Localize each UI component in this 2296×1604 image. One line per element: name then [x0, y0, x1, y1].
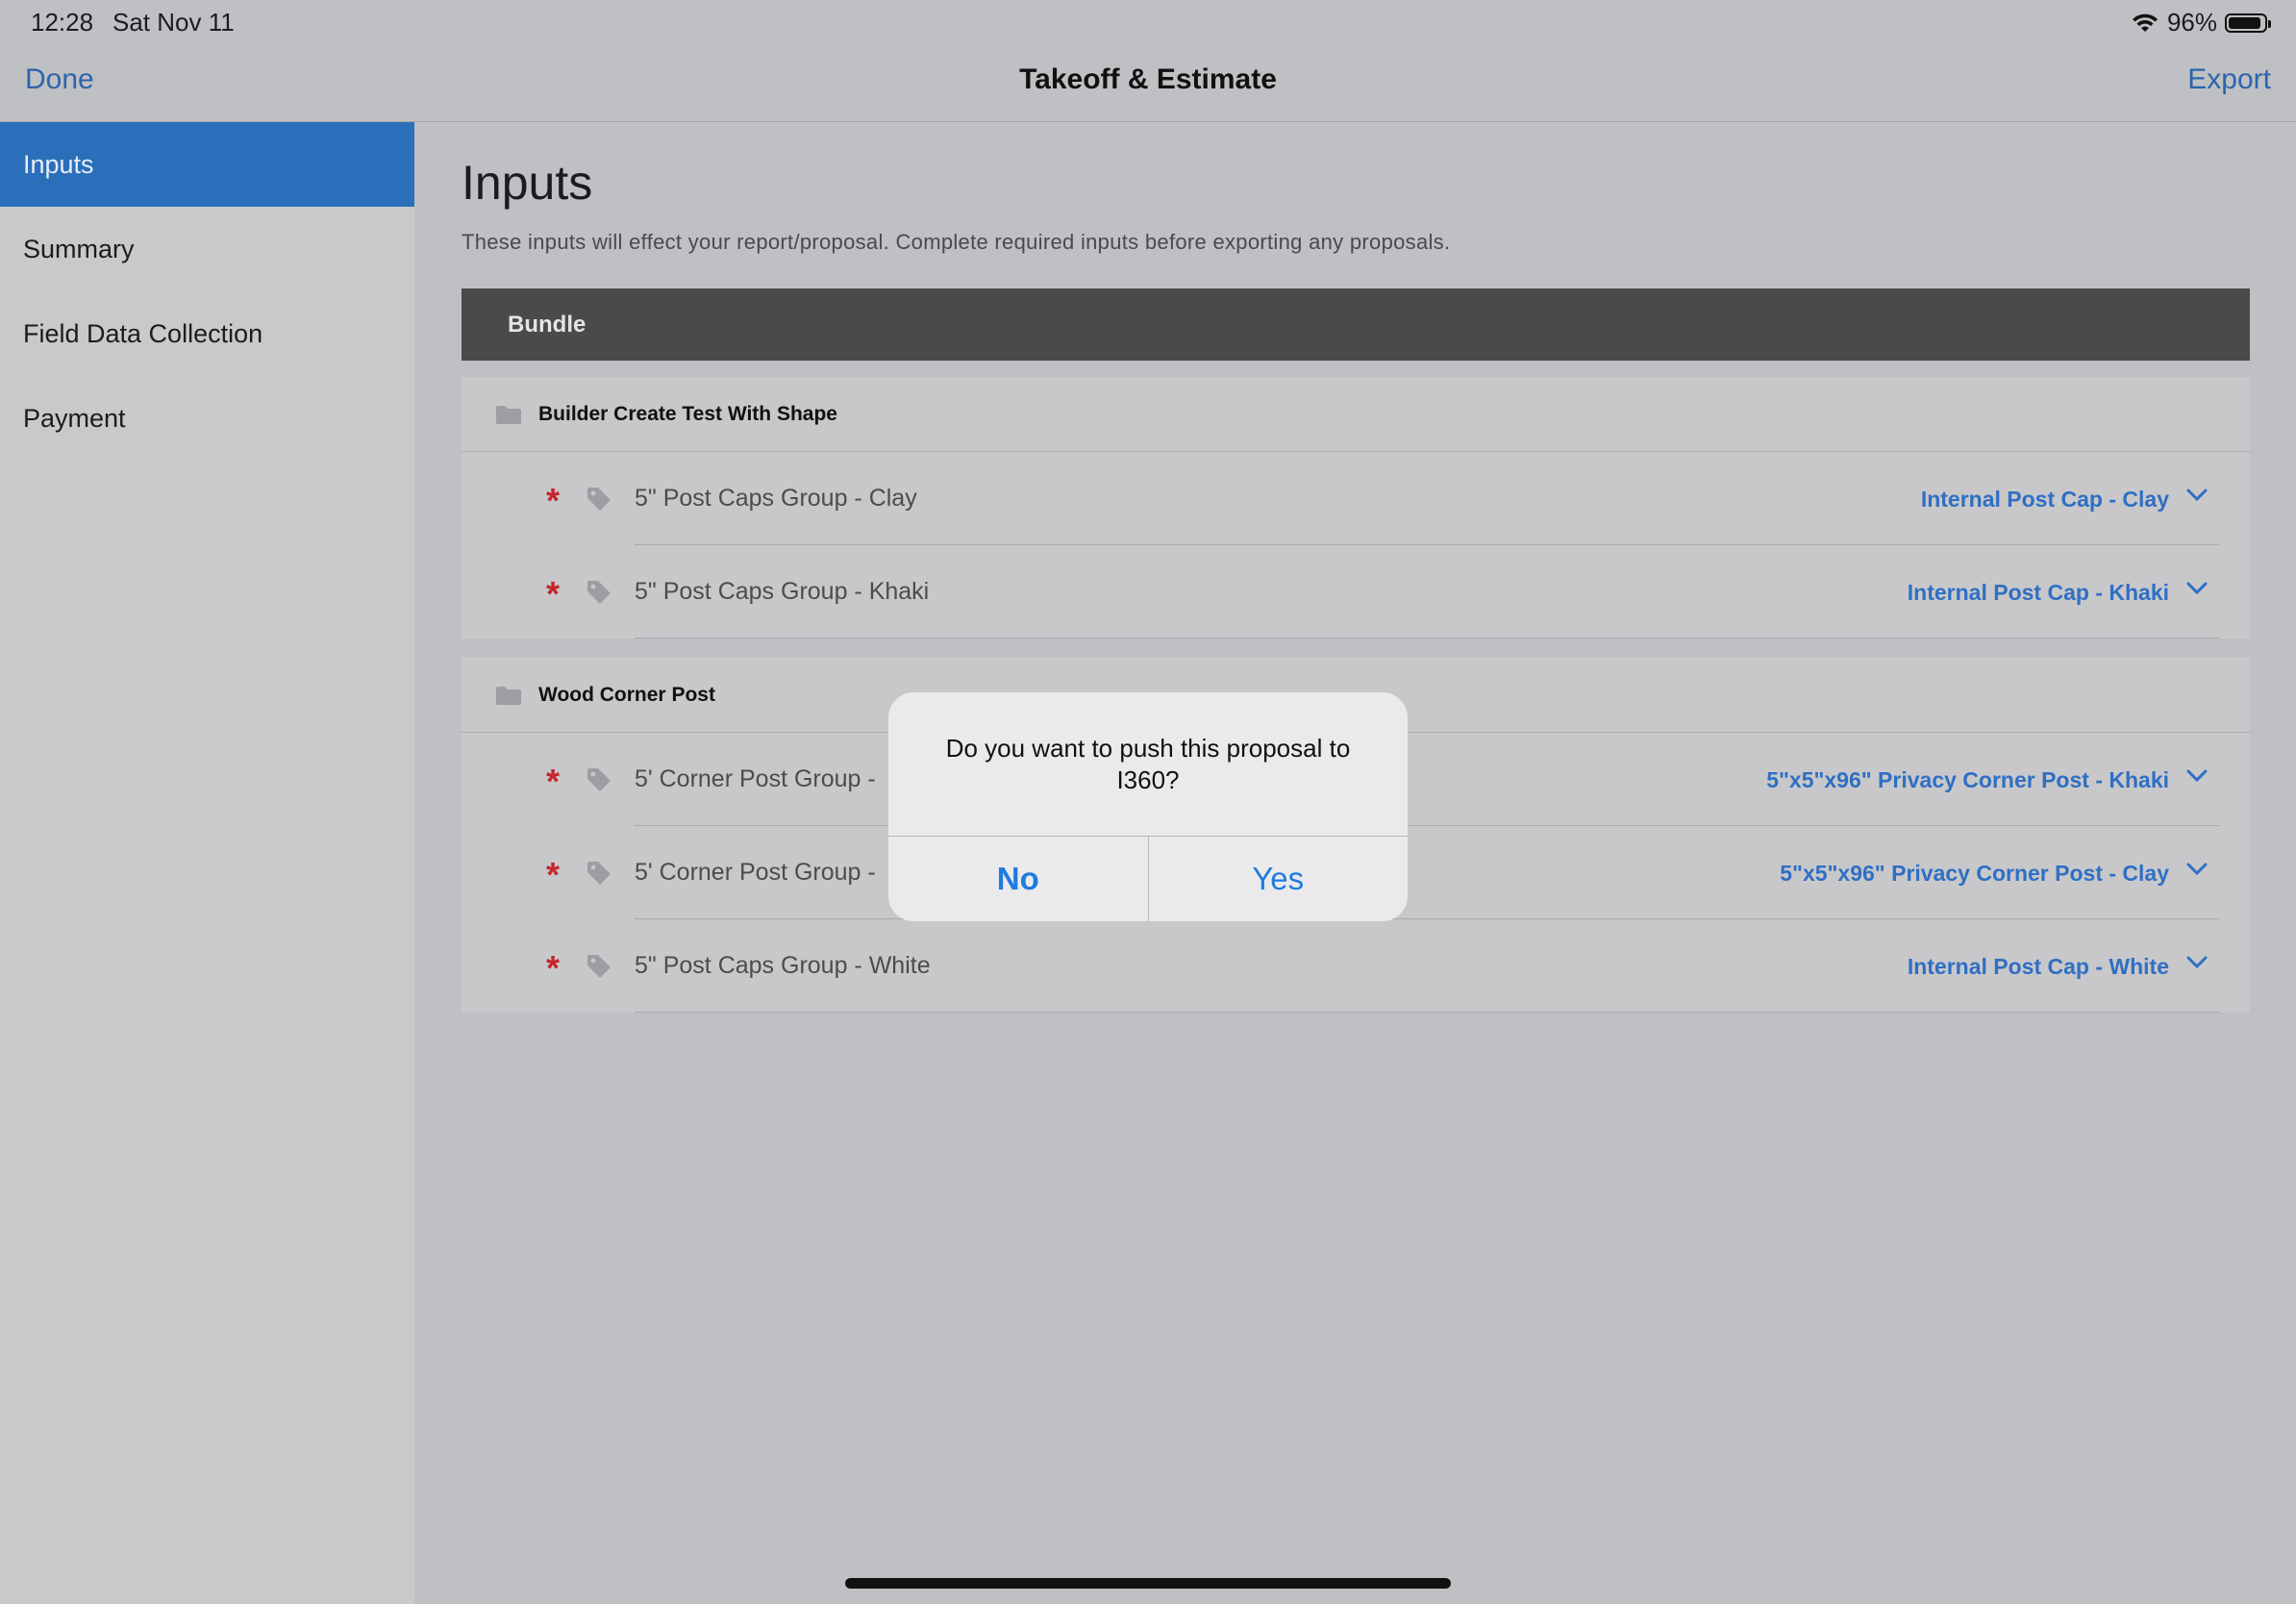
battery-percent: 96%: [2166, 8, 2217, 37]
chevron-down-icon[interactable]: [2186, 956, 2208, 969]
navigation-bar: Done Takeoff & Estimate Export: [0, 44, 2296, 122]
item-label: 5" Post Caps Group - White: [635, 952, 931, 979]
sidebar-item-payment[interactable]: Payment: [0, 376, 414, 461]
item-select-value[interactable]: 5"x5"x96" Privacy Corner Post - Khaki: [1766, 767, 2169, 793]
item-select-value[interactable]: Internal Post Cap - Khaki: [1908, 580, 2169, 606]
group-header[interactable]: Builder Create Test With Shape: [462, 377, 2250, 452]
list-item[interactable]: * 5" Post Caps Group - Khaki Internal Po…: [462, 545, 2250, 639]
chevron-down-icon[interactable]: [2186, 489, 2208, 502]
chevron-down-icon[interactable]: [2186, 863, 2208, 876]
status-date: Sat Nov 11: [112, 8, 235, 37]
sidebar-item-summary[interactable]: Summary: [0, 207, 414, 291]
tag-icon: [587, 955, 611, 978]
item-select-value[interactable]: 5"x5"x96" Privacy Corner Post - Clay: [1780, 861, 2169, 887]
tag-icon: [587, 488, 611, 511]
required-marker: *: [546, 948, 561, 988]
required-marker: *: [546, 855, 561, 894]
confirm-dialog: Do you want to push this proposal to I36…: [888, 692, 1408, 921]
bundle-header: Bundle: [462, 288, 2250, 361]
dialog-message: Do you want to push this proposal to I36…: [945, 734, 1351, 794]
input-group: Builder Create Test With Shape * 5" Post…: [462, 377, 2250, 639]
sidebar-item-inputs[interactable]: Inputs: [0, 122, 414, 207]
folder-icon: [496, 406, 521, 424]
sidebar-item-field-data-collection[interactable]: Field Data Collection: [0, 291, 414, 376]
export-button[interactable]: Export: [2187, 63, 2271, 96]
item-label: 5' Corner Post Group -: [635, 859, 876, 886]
status-bar: 12:28 Sat Nov 11 96%: [0, 0, 2296, 44]
item-select-value[interactable]: Internal Post Cap - White: [1908, 954, 2169, 980]
required-marker: *: [546, 574, 561, 614]
chevron-down-icon[interactable]: [2186, 769, 2208, 783]
group-title: Builder Create Test With Shape: [538, 403, 837, 425]
bundle-label: Bundle: [508, 312, 586, 338]
group-title: Wood Corner Post: [538, 684, 715, 706]
sidebar: Inputs Summary Field Data Collection Pay…: [0, 122, 414, 1604]
tag-icon: [587, 581, 611, 604]
page-header-title: Takeoff & Estimate: [1019, 63, 1277, 95]
dialog-actions: No Yes: [888, 836, 1408, 921]
home-indicator[interactable]: [845, 1578, 1451, 1589]
required-marker: *: [546, 762, 561, 801]
status-right: 96%: [2131, 8, 2271, 38]
item-select-value[interactable]: Internal Post Cap - Clay: [1921, 487, 2169, 513]
list-item[interactable]: * 5" Post Caps Group - White Internal Po…: [462, 919, 2250, 1013]
item-label: 5" Post Caps Group - Clay: [635, 485, 917, 512]
row-divider: [635, 1012, 2219, 1013]
battery-icon: [2225, 13, 2271, 33]
wifi-icon: [2132, 13, 2158, 32]
row-divider: [635, 638, 2219, 639]
page-title: Inputs: [462, 156, 593, 210]
page-description: These inputs will effect your report/pro…: [462, 230, 1451, 254]
item-label: 5' Corner Post Group -: [635, 765, 876, 792]
list-item[interactable]: * 5" Post Caps Group - Clay Internal Pos…: [462, 452, 2250, 545]
no-button[interactable]: No: [888, 837, 1149, 921]
folder-icon: [496, 687, 521, 705]
chevron-down-icon[interactable]: [2186, 582, 2208, 595]
tag-icon: [587, 862, 611, 885]
tag-icon: [587, 768, 611, 791]
required-marker: *: [546, 481, 561, 520]
yes-button[interactable]: Yes: [1149, 837, 1409, 921]
item-label: 5" Post Caps Group - Khaki: [635, 578, 930, 605]
status-time: 12:28: [31, 8, 94, 37]
